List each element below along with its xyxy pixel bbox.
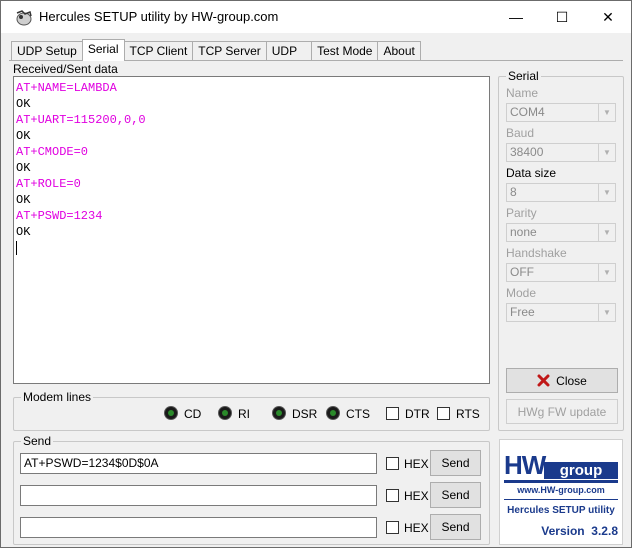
baud-select[interactable]: 38400 ▼ xyxy=(506,143,616,162)
mode-label: Mode xyxy=(506,286,537,300)
cts-led-icon xyxy=(326,406,340,420)
handshake-label: Handshake xyxy=(506,246,567,260)
maximize-icon: ☐ xyxy=(555,8,569,25)
close-port-label: Close xyxy=(556,373,587,388)
parity-select[interactable]: none ▼ xyxy=(506,223,616,242)
tab-tcp-client[interactable]: TCP Client xyxy=(123,41,194,61)
tab-bar: UDP Setup Serial TCP Client TCP Server U… xyxy=(11,39,421,61)
name-select[interactable]: COM4 ▼ xyxy=(506,103,616,122)
baud-select-value: 38400 xyxy=(510,145,544,159)
logo-version: Version 3.2.8 xyxy=(541,524,618,538)
close-window-button[interactable]: ✕ xyxy=(585,1,631,33)
send-button-2[interactable]: Send xyxy=(430,482,481,508)
tab-about[interactable]: About xyxy=(377,41,421,61)
dtr-label: DTR xyxy=(405,407,430,421)
hercules-app-icon xyxy=(16,10,32,26)
datasize-label: Data size xyxy=(506,166,557,180)
parity-label: Parity xyxy=(506,206,537,220)
sent-line: AT+PSWD=1234 xyxy=(16,209,103,223)
parity-select-value: none xyxy=(510,225,537,239)
hex-checkbox-1[interactable] xyxy=(386,457,399,470)
sent-line: AT+ROLE=0 xyxy=(16,177,81,191)
chevron-down-icon: ▼ xyxy=(598,224,615,241)
received-line: OK xyxy=(16,225,31,239)
text-caret xyxy=(16,240,487,256)
rts-label: RTS xyxy=(456,407,480,421)
logo-hw-text: HW xyxy=(504,450,546,480)
hex-checkbox-3[interactable] xyxy=(386,521,399,534)
minimize-button[interactable]: — xyxy=(493,1,539,33)
chevron-down-icon: ▼ xyxy=(598,104,615,121)
ri-led-icon xyxy=(218,406,232,420)
window-title: Hercules SETUP utility by HW-group.com xyxy=(39,9,279,24)
chevron-down-icon: ▼ xyxy=(598,264,615,281)
handshake-select[interactable]: OFF ▼ xyxy=(506,263,616,282)
hex-label-3: HEX xyxy=(404,521,429,535)
send-input-2[interactable] xyxy=(20,485,377,506)
send-input-3[interactable] xyxy=(20,517,377,538)
tab-udp-setup[interactable]: UDP Setup xyxy=(11,41,83,61)
received-sent-label: Received/Sent data xyxy=(13,62,118,76)
cd-led-icon xyxy=(164,406,178,420)
tab-tcp-server[interactable]: TCP Server xyxy=(192,41,267,61)
datasize-select-value: 8 xyxy=(510,185,517,199)
send-button-1[interactable]: Send xyxy=(430,450,481,476)
name-select-value: COM4 xyxy=(510,105,545,119)
chevron-down-icon: ▼ xyxy=(598,144,615,161)
sent-line: AT+UART=115200,0,0 xyxy=(16,113,146,127)
hex-label-1: HEX xyxy=(404,457,429,471)
received-sent-textarea[interactable]: AT+NAME=LAMBDA OK AT+UART=115200,0,0 OK AT+C… xyxy=(13,76,490,384)
rts-checkbox[interactable] xyxy=(437,407,450,420)
send-legend: Send xyxy=(21,434,54,448)
hw-group-logo[interactable]: HW group www.HW-group.com Hercules SETUP… xyxy=(499,439,623,545)
logo-url: www.HW-group.com xyxy=(517,485,605,495)
send-button-3[interactable]: Send xyxy=(430,514,481,540)
tab-udp[interactable]: UDP xyxy=(265,41,313,61)
serial-group-legend: Serial xyxy=(506,69,541,83)
received-line: OK xyxy=(16,97,31,111)
cd-label: CD xyxy=(184,407,202,421)
received-line: OK xyxy=(16,193,31,207)
datasize-select[interactable]: 8 ▼ xyxy=(506,183,616,202)
hex-label-2: HEX xyxy=(404,489,429,503)
logo-rule-2 xyxy=(504,499,618,500)
chevron-down-icon: ▼ xyxy=(598,304,615,321)
hwg-fw-update-button[interactable]: HWg FW update xyxy=(506,399,618,424)
modem-lines-legend: Modem lines xyxy=(21,390,94,404)
cts-label: CTS xyxy=(346,407,370,421)
name-label: Name xyxy=(506,86,539,100)
dtr-checkbox[interactable] xyxy=(386,407,399,420)
baud-label: Baud xyxy=(506,126,535,140)
logo-rule xyxy=(504,480,618,483)
maximize-button[interactable]: ☐ xyxy=(539,1,585,33)
mode-select-value: Free xyxy=(510,305,535,319)
close-port-button[interactable]: Close xyxy=(506,368,618,393)
app-window: Hercules SETUP utility by HW-group.com —… xyxy=(0,0,632,548)
sent-line: AT+CMODE=0 xyxy=(16,145,89,159)
handshake-select-value: OFF xyxy=(510,265,534,279)
ri-label: RI xyxy=(238,407,250,421)
chevron-down-icon: ▼ xyxy=(598,184,615,201)
tab-test-mode[interactable]: Test Mode xyxy=(311,41,379,61)
title-bar: Hercules SETUP utility by HW-group.com —… xyxy=(1,1,631,33)
dsr-label: DSR xyxy=(292,407,318,421)
sent-line: AT+NAME=LAMBDA xyxy=(16,81,117,95)
received-line: OK xyxy=(16,129,31,143)
dsr-led-icon xyxy=(272,406,286,420)
received-line: OK xyxy=(16,161,31,175)
close-icon: ✕ xyxy=(602,8,614,25)
mode-select[interactable]: Free ▼ xyxy=(506,303,616,322)
red-x-icon xyxy=(537,374,550,387)
tab-serial[interactable]: Serial xyxy=(81,39,125,61)
minimize-icon: — xyxy=(509,9,523,25)
send-input-1[interactable]: AT+PSWD=1234$0D$0A xyxy=(20,453,377,474)
hex-checkbox-2[interactable] xyxy=(386,489,399,502)
logo-product: Hercules SETUP utility xyxy=(507,505,615,516)
logo-group-text: group xyxy=(544,462,618,479)
